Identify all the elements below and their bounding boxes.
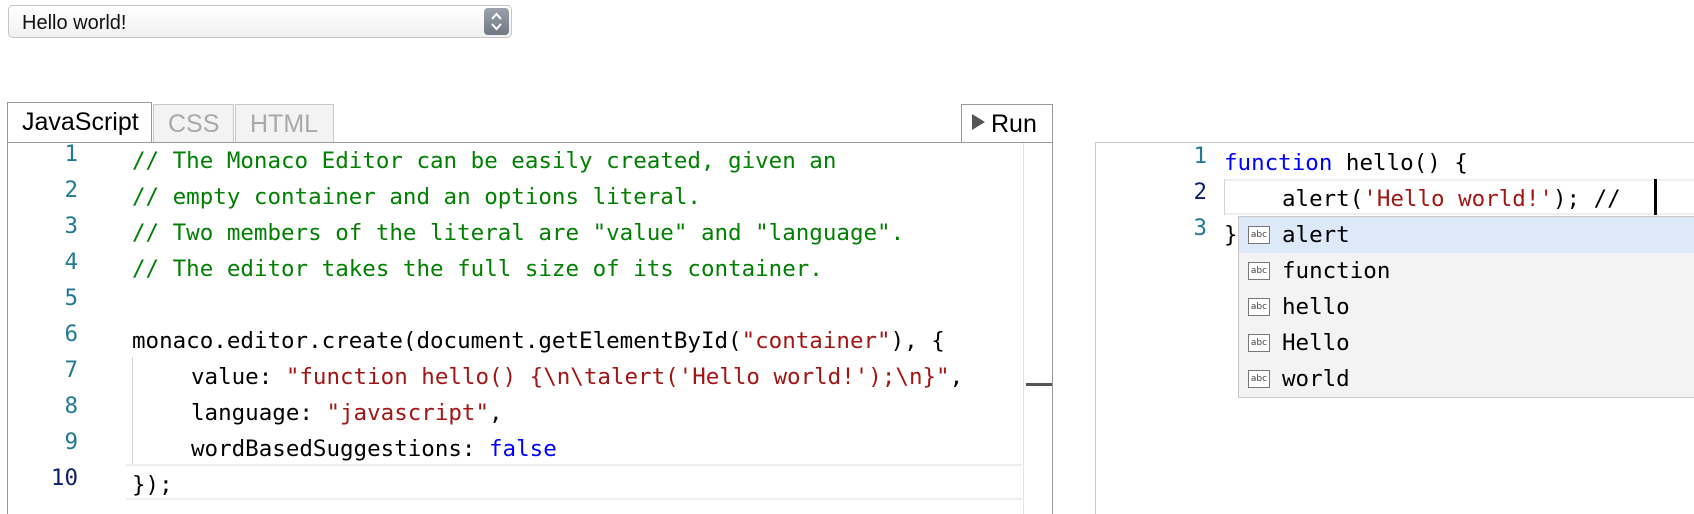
tab-javascript[interactable]: JavaScript (7, 102, 152, 142)
tab-html[interactable]: HTML (235, 104, 334, 142)
updown-chevron-icon[interactable] (484, 8, 509, 35)
text-word-icon: abc (1248, 298, 1270, 316)
code-line-1: // The Monaco Editor can be easily creat… (132, 148, 837, 174)
result-line-2: alert('Hello world!'); // (1282, 186, 1621, 212)
line-number: 8 (64, 393, 78, 419)
suggestion-label: world (1282, 366, 1350, 392)
current-line-highlight (126, 464, 1022, 500)
line-number: 7 (64, 357, 78, 383)
indent-guide (132, 357, 133, 465)
suggestion-label: function (1282, 258, 1391, 284)
code-line-3: // Two members of the literal are "value… (132, 220, 905, 246)
suggestion-item[interactable]: abc world (1239, 361, 1694, 397)
text-word-icon: abc (1248, 226, 1270, 244)
suggestion-item[interactable]: abc alert (1239, 217, 1694, 253)
code-line-4: // The editor takes the full size of its… (132, 256, 823, 282)
text-word-icon: abc (1248, 334, 1270, 352)
line-number: 4 (64, 249, 78, 275)
result-line-1: function hello() { (1224, 150, 1468, 176)
example-select-value: Hello world! (22, 12, 127, 34)
run-button-label: Run (991, 110, 1037, 138)
line-number: 9 (64, 429, 78, 455)
line-number: 3 (64, 213, 78, 239)
suggestion-label: alert (1282, 222, 1350, 248)
vertical-scrollbar[interactable] (1023, 143, 1024, 514)
line-number: 1 (1193, 143, 1207, 169)
play-icon (972, 114, 985, 130)
line-number: 2 (1193, 179, 1207, 205)
text-word-icon: abc (1248, 370, 1270, 388)
run-button[interactable]: Run (961, 104, 1053, 142)
suggestion-item[interactable]: abc hello (1239, 289, 1694, 325)
code-line-10: }); (132, 472, 173, 498)
code-line-8: language: "javascript", (191, 400, 503, 426)
code-line-9: wordBasedSuggestions: false (191, 436, 557, 462)
code-line-2: // empty container and an options litera… (132, 184, 701, 210)
code-line-7: value: "function hello() {\n\talert('Hel… (191, 364, 964, 390)
line-number: 10 (50, 465, 78, 491)
suggestion-label: Hello (1282, 330, 1350, 356)
text-cursor (1654, 179, 1657, 215)
text-word-icon: abc (1248, 262, 1270, 280)
overview-ruler-marker (1026, 383, 1052, 386)
line-number: 2 (64, 177, 78, 203)
result-line-3: } (1224, 222, 1238, 248)
tab-css[interactable]: CSS (153, 104, 234, 142)
line-number: 1 (64, 142, 78, 167)
line-number: 5 (64, 285, 78, 311)
code-line-6: monaco.editor.create(document.getElement… (132, 328, 945, 354)
suggestion-label: hello (1282, 294, 1350, 320)
line-number: 3 (1193, 215, 1207, 241)
source-code-editor[interactable]: 1 2 3 4 5 6 7 8 9 10 // The Monaco Edito… (7, 142, 1053, 514)
line-number: 6 (64, 321, 78, 347)
suggestion-widget[interactable]: abc alert abc function abc hello abc Hel… (1238, 216, 1694, 398)
suggestion-item[interactable]: abc Hello (1239, 325, 1694, 361)
suggestion-item[interactable]: abc function (1239, 253, 1694, 289)
indent-guide (1224, 179, 1225, 215)
example-select[interactable]: Hello world! (8, 5, 512, 38)
